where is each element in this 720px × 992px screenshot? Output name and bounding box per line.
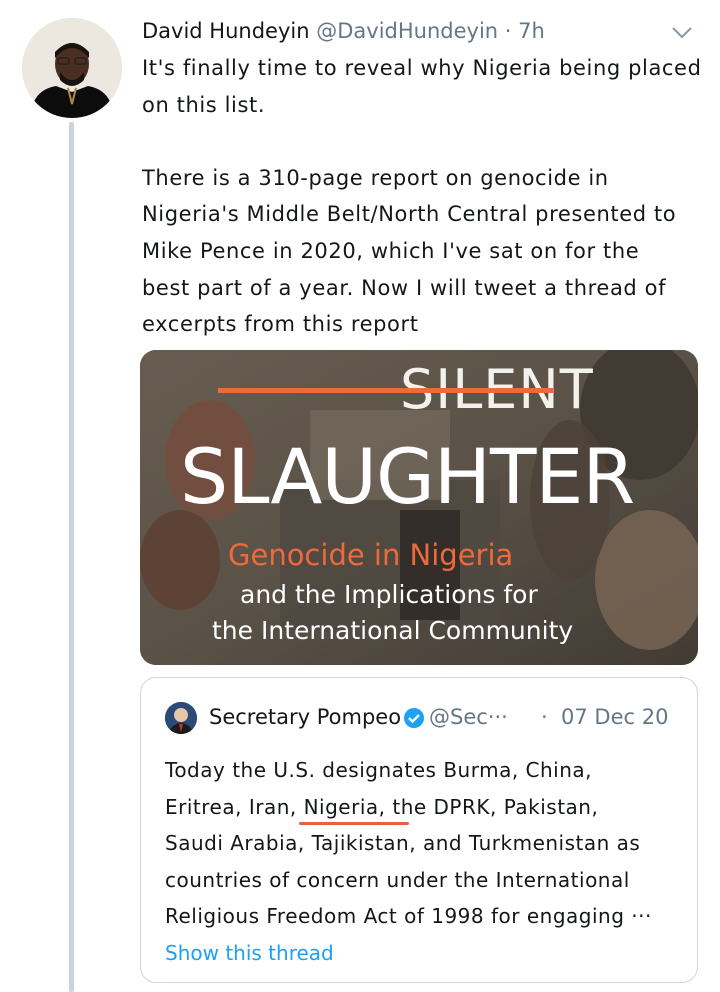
tweet-text-line: There is a 310-page report on genocide i… [142,165,609,190]
quoted-tweet-header: Secretary Pompeo @Sec··· · 07 Dec 20 [165,702,685,736]
tweet-text-line: It's finally time to reveal why Nigeria … [142,56,702,80]
author-avatar[interactable] [22,18,122,118]
quoted-author-name[interactable]: Secretary Pompeo [209,702,401,732]
thread-connector-line [69,122,74,992]
quoted-text-line: Today the U.S. designates Burma, China, [165,758,593,782]
quoted-text-line: countries of concern under the Internati… [165,867,630,892]
hand-drawn-underline [299,822,409,825]
author-handle[interactable]: @DavidHundeyin [316,19,498,43]
chevron-down-icon[interactable] [670,20,694,40]
media-subtitle: Genocide in Nigeria [228,538,514,572]
tweet-text-line: excerpts from this report [142,312,419,337]
quoted-tweet-date[interactable]: 07 Dec 20 [561,702,668,732]
tweet-body: It's finally time to reveal why Nigeria … [142,50,707,343]
quoted-text-line: Religious Freedom Act of 1998 for engagi… [165,904,652,929]
quoted-text-line: Saudi Arabia, Tajikistan, and Turkmenist… [165,831,641,856]
tweet-text-line: Nigeria's Middle Belt/North Central pres… [142,202,677,227]
media-subtitle-line3: the International Community [212,616,574,645]
author-name[interactable]: David Hundeyin [142,19,310,43]
quoted-text-line: Eritrea, Iran, Nigeria, the DPRK, Pakist… [165,794,599,819]
tweet-media-image[interactable]: SILENT SLAUGHTER Genocide in Nigeria and… [140,350,698,665]
tweet-text-line: best part of a year. Now I will tweet a … [142,275,667,300]
media-subtitle-line2: and the Implications for [240,580,538,609]
quoted-author-handle[interactable]: @Sec··· [429,702,508,732]
tweet-timestamp[interactable]: 7h [518,19,545,43]
media-title-slaughter: SLAUGHTER [180,432,635,521]
separator-dot: · [504,19,512,43]
verified-badge-icon [403,707,425,729]
strikethrough-line [218,388,553,393]
quoted-author-avatar[interactable] [165,702,197,734]
tweet-text-line: on this list. [142,92,266,117]
tweet-header: David Hundeyin @DavidHundeyin · 7h [142,16,702,50]
show-thread-link[interactable]: Show this thread [165,938,334,968]
tweet-text-line: Mike Pence in 2020, which I've sat on fo… [142,238,640,263]
quoted-tweet-card[interactable]: Secretary Pompeo @Sec··· · 07 Dec 20 Tod… [140,677,698,983]
quoted-tweet-body: Today the U.S. designates Burma, China, … [165,752,685,935]
separator-dot: · [541,705,548,729]
